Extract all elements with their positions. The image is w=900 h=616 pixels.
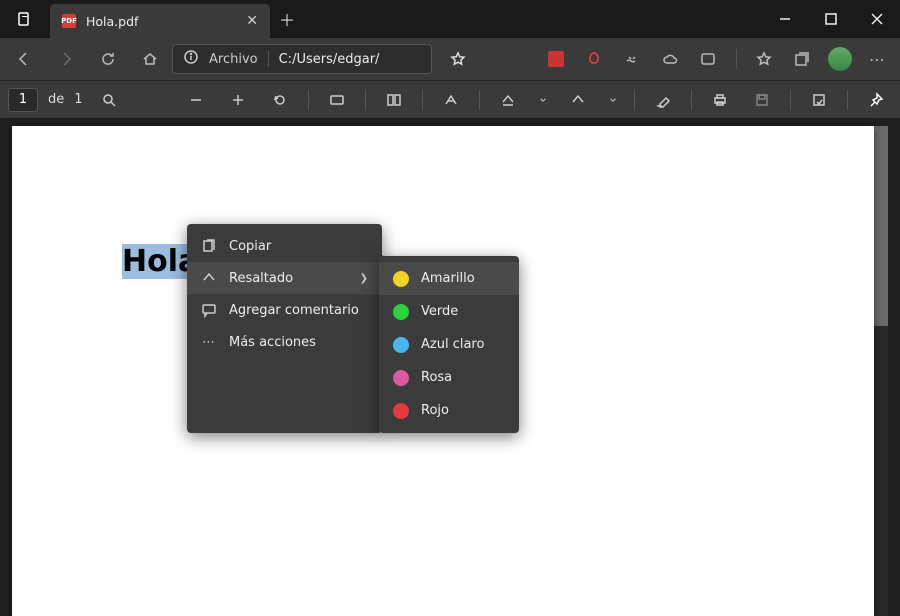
color-option-red[interactable]: Rojo: [379, 394, 519, 427]
color-label-lightblue: Azul claro: [421, 337, 484, 352]
color-option-yellow[interactable]: Amarillo: [379, 262, 519, 295]
menu-more[interactable]: ⋯ Más acciones: [187, 326, 382, 358]
print-icon[interactable]: [704, 87, 736, 113]
app-menu-button[interactable]: ⋯: [860, 43, 896, 75]
swatch-lightblue: [393, 337, 409, 353]
zoom-in-icon[interactable]: [222, 87, 254, 113]
highlight-color-submenu: Amarillo Verde Azul claro Rosa Rojo: [379, 256, 519, 433]
menu-copy-label: Copiar: [229, 239, 271, 254]
save-icon[interactable]: [746, 87, 778, 113]
scroll-thumb[interactable]: [874, 126, 888, 326]
onedrive-icon[interactable]: [690, 43, 726, 75]
search-icon[interactable]: [93, 87, 125, 113]
menu-more-label: Más acciones: [229, 335, 316, 350]
highlight-tool-icon[interactable]: [562, 87, 594, 113]
address-prefix: Archivo: [209, 52, 258, 67]
color-option-pink[interactable]: Rosa: [379, 361, 519, 394]
color-label-green: Verde: [421, 304, 458, 319]
nav-back-button[interactable]: [4, 43, 44, 75]
menu-comment-label: Agregar comentario: [229, 303, 359, 318]
menu-copy[interactable]: Copiar: [187, 230, 382, 262]
color-label-yellow: Amarillo: [421, 271, 475, 286]
extension-icon-1[interactable]: [538, 43, 574, 75]
browser-tab[interactable]: PDF Hola.pdf ✕: [50, 4, 270, 38]
collections-icon[interactable]: [784, 43, 820, 75]
titlebar: PDF Hola.pdf ✕ ＋: [0, 0, 900, 38]
pdf-canvas: Hola, tuexperto Copiar Resaltado ❯ Agreg…: [0, 118, 900, 616]
page-number-input[interactable]: [8, 88, 38, 112]
cloud-icon[interactable]: [652, 43, 688, 75]
extension-icon-3[interactable]: [614, 43, 650, 75]
copy-icon: [201, 238, 217, 254]
extension-icon-2[interactable]: [576, 43, 612, 75]
pdf-toolbar: de 1: [0, 80, 900, 118]
color-label-red: Rojo: [421, 403, 449, 418]
close-tab-icon[interactable]: ✕: [246, 13, 258, 29]
home-button[interactable]: [130, 43, 170, 75]
context-menu: Copiar Resaltado ❯ Agregar comentario ⋯ …: [187, 224, 519, 433]
menu-comment[interactable]: Agregar comentario: [187, 294, 382, 326]
window-controls: [762, 0, 900, 38]
favorites-icon[interactable]: [746, 43, 782, 75]
color-option-lightblue[interactable]: Azul claro: [379, 328, 519, 361]
erase-icon[interactable]: [647, 87, 679, 113]
chevron-right-icon: ❯: [360, 273, 368, 284]
window-close[interactable]: [854, 0, 900, 38]
profile-avatar[interactable]: [822, 43, 858, 75]
menu-highlight-label: Resaltado: [229, 271, 293, 286]
context-menu-main: Copiar Resaltado ❯ Agregar comentario ⋯ …: [187, 224, 382, 433]
color-label-pink: Rosa: [421, 370, 452, 385]
info-icon: [183, 49, 199, 69]
nav-forward-button[interactable]: [46, 43, 86, 75]
highlight-chevron-icon[interactable]: [604, 87, 622, 113]
read-aloud-icon[interactable]: [435, 87, 467, 113]
swatch-pink: [393, 370, 409, 386]
pin-icon[interactable]: [860, 87, 892, 113]
more-icon: ⋯: [201, 335, 217, 350]
tab-title: Hola.pdf: [86, 14, 236, 29]
swatch-green: [393, 304, 409, 320]
window-minimize[interactable]: [762, 0, 808, 38]
window-maximize[interactable]: [808, 0, 854, 38]
save-as-icon[interactable]: [803, 87, 835, 113]
highlight-icon: [201, 270, 217, 286]
reload-button[interactable]: [88, 43, 128, 75]
address-box[interactable]: Archivo C:/Users/edgar/: [172, 44, 432, 74]
rotate-icon[interactable]: [264, 87, 296, 113]
favorite-star-icon[interactable]: [440, 43, 476, 75]
swatch-yellow: [393, 271, 409, 287]
pdf-favicon: PDF: [62, 14, 76, 28]
vertical-scrollbar[interactable]: [874, 126, 888, 616]
swatch-red: [393, 403, 409, 419]
draw-chevron-icon[interactable]: [534, 87, 552, 113]
fit-page-icon[interactable]: [321, 87, 353, 113]
tab-actions-icon[interactable]: [0, 0, 50, 38]
zoom-out-icon[interactable]: [180, 87, 212, 113]
address-path: C:/Users/edgar/: [279, 52, 380, 67]
divider-icon: [728, 43, 744, 75]
address-separator: [268, 51, 269, 67]
address-toolbar: Archivo C:/Users/edgar/ ⋯: [0, 38, 900, 80]
color-option-green[interactable]: Verde: [379, 295, 519, 328]
new-tab-button[interactable]: ＋: [270, 0, 304, 38]
comment-icon: [201, 302, 217, 318]
page-of-label: de: [48, 92, 64, 107]
draw-icon[interactable]: [492, 87, 524, 113]
page-view-icon[interactable]: [378, 87, 410, 113]
menu-highlight[interactable]: Resaltado ❯: [187, 262, 382, 294]
page-total: 1: [74, 92, 82, 107]
